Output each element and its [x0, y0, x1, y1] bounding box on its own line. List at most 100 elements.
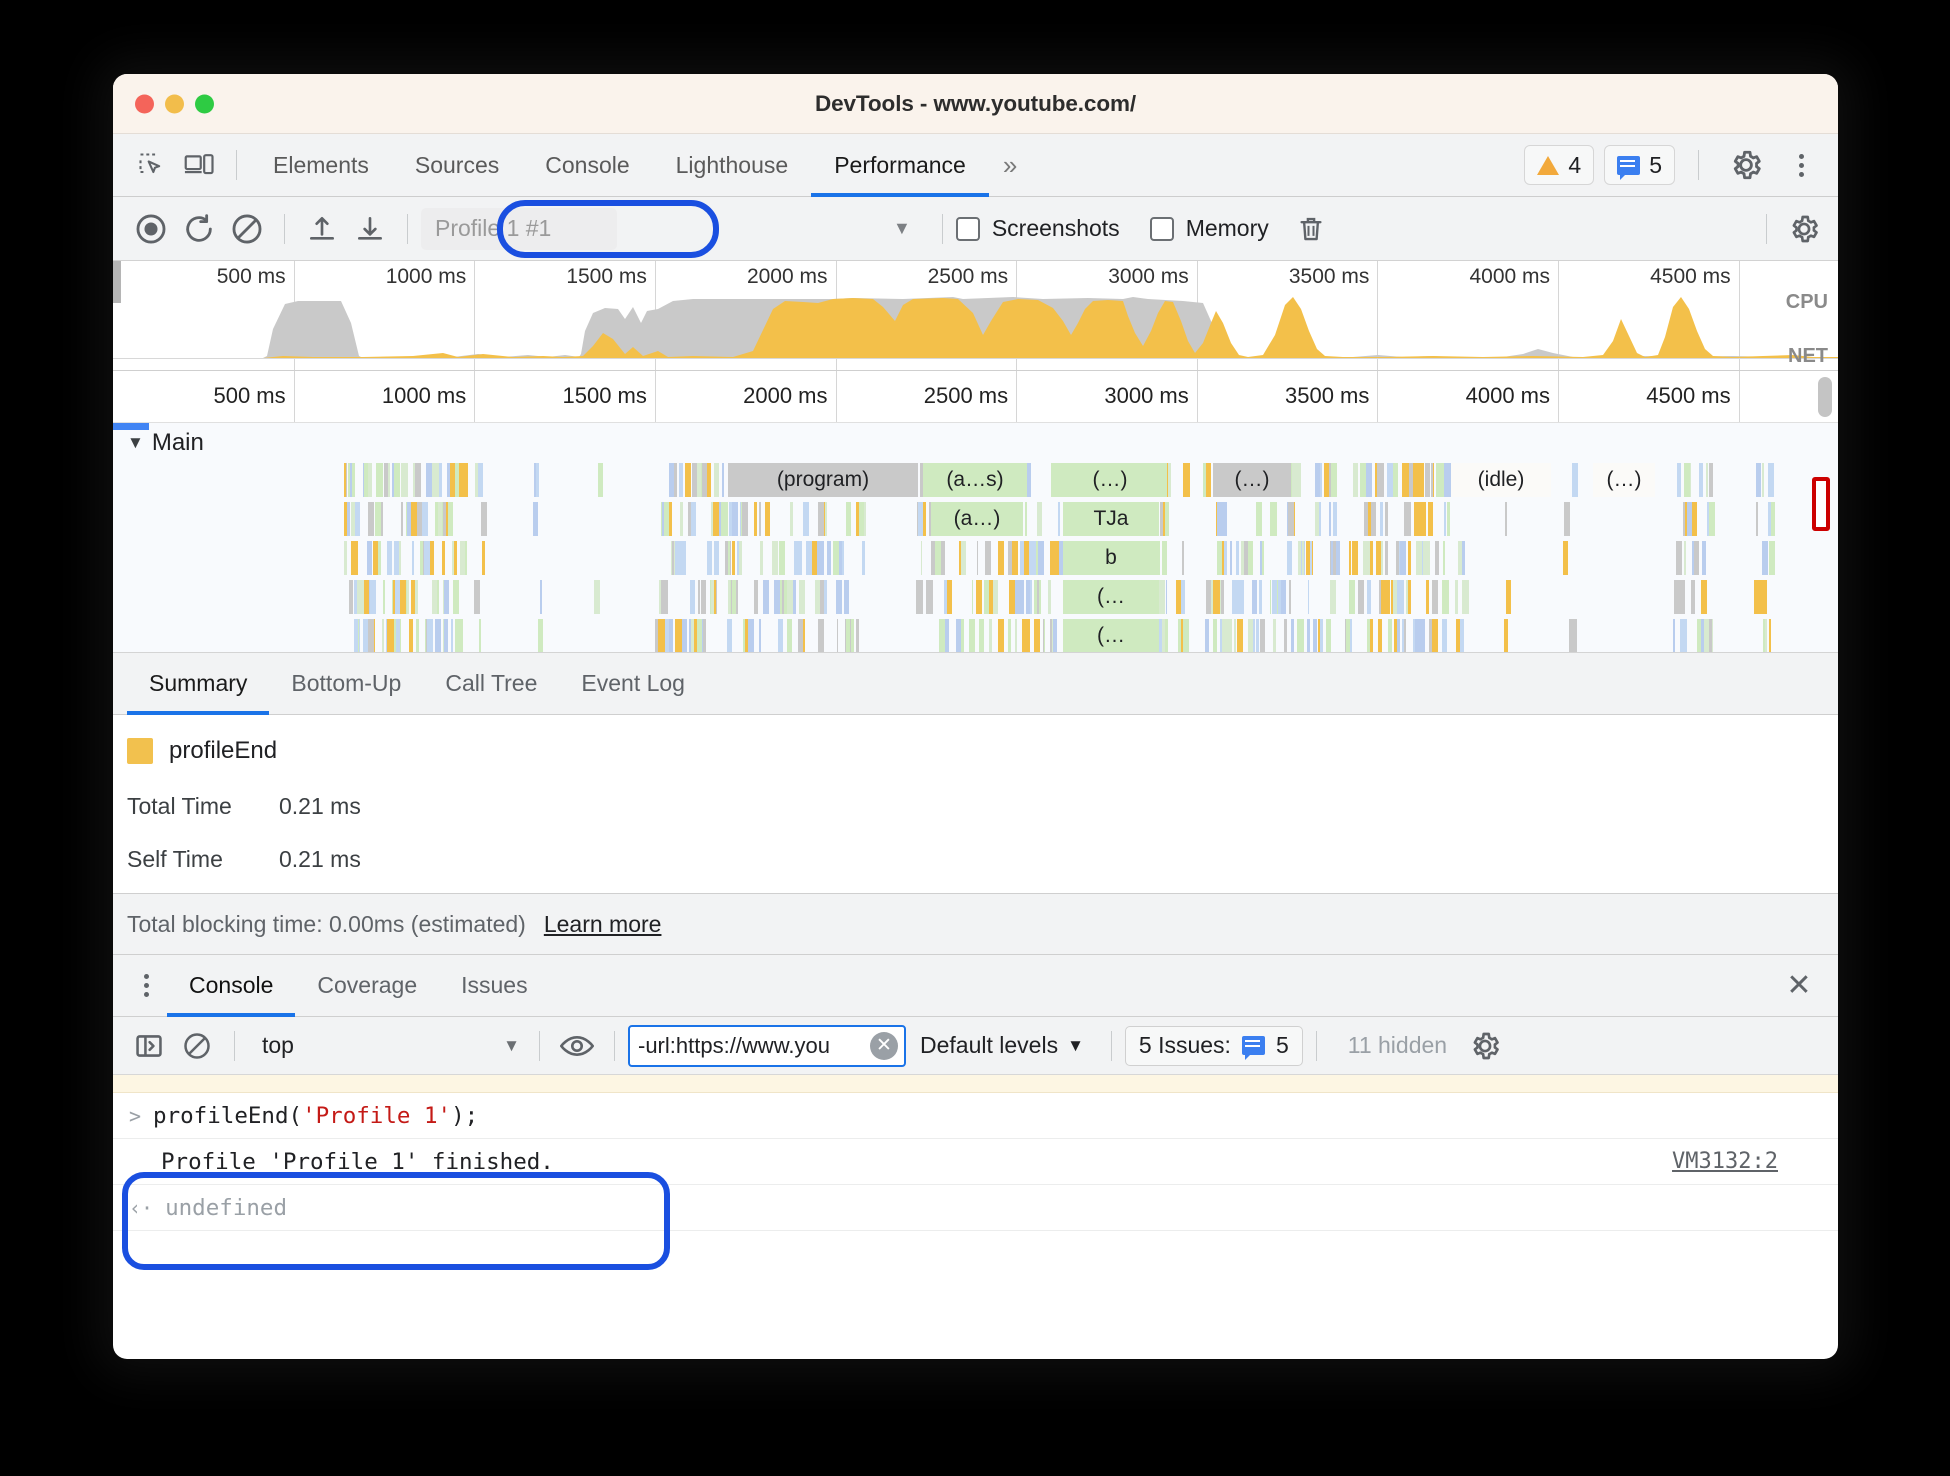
flame-chart-micro-bar[interactable] [416, 619, 419, 652]
flame-chart-micro-bar[interactable] [1430, 463, 1434, 497]
flame-chart-micro-bar[interactable] [1376, 463, 1384, 497]
flame-chart-micro-bar[interactable] [1349, 541, 1352, 575]
flame-chart-micro-bar[interactable] [1380, 502, 1384, 536]
tab-call-tree[interactable]: Call Tree [423, 653, 559, 715]
flame-chart-micro-bar[interactable] [1393, 463, 1398, 497]
flame-chart-micro-bar[interactable] [825, 502, 827, 536]
flame-chart-micro-bar[interactable] [1038, 541, 1043, 575]
live-expression-eye-icon[interactable] [553, 1022, 601, 1070]
flame-chart-micro-bar[interactable] [685, 463, 692, 497]
flame-chart-micro-bar[interactable] [1370, 502, 1376, 536]
flame-chart-micro-bar[interactable] [744, 619, 748, 652]
flame-chart-micro-bar[interactable] [1047, 580, 1052, 614]
flame-chart-micro-bar[interactable] [381, 619, 384, 652]
flame-chart-micro-bar[interactable] [1365, 463, 1373, 497]
flame-chart-micro-bar[interactable] [1315, 463, 1321, 497]
flame-chart-bar[interactable]: TJa [1063, 502, 1159, 536]
inspect-element-icon[interactable] [127, 141, 175, 189]
flame-chart-micro-bar[interactable] [759, 541, 763, 575]
flame-chart-micro-bar[interactable] [859, 502, 864, 536]
flame-chart-micro-bar[interactable] [1210, 580, 1214, 614]
flame-chart-micro-bar[interactable] [1213, 580, 1220, 614]
flame-chart-micro-bar[interactable] [449, 463, 455, 497]
close-icon[interactable]: ✕ [1772, 959, 1826, 1013]
flame-chart-micro-bar[interactable] [690, 580, 695, 614]
screenshots-checkbox[interactable]: Screenshots [955, 215, 1120, 242]
flame-chart-micro-bar[interactable] [435, 502, 439, 536]
flame-chart-micro-bar[interactable] [661, 580, 668, 614]
flame-chart-micro-bar[interactable] [1036, 580, 1039, 614]
console-settings-gear-icon[interactable] [1461, 1022, 1509, 1070]
flame-chart-micro-bar[interactable] [429, 541, 434, 575]
flame-chart-micro-bar[interactable] [454, 619, 459, 652]
flame-chart-micro-bar[interactable] [1399, 580, 1405, 614]
flame-chart-micro-bar[interactable] [349, 463, 353, 497]
flame-chart-micro-bar[interactable] [400, 463, 408, 497]
flame-chart-micro-bar[interactable] [1236, 619, 1243, 652]
flame-chart-micro-bar[interactable] [1297, 619, 1304, 652]
flame-chart-micro-bar[interactable] [786, 619, 792, 652]
flame-chart-micro-bar[interactable] [1762, 463, 1765, 497]
flame-chart-micro-bar[interactable] [758, 619, 761, 652]
flame-chart-micro-bar[interactable] [944, 619, 950, 652]
flame-chart-micro-bar[interactable] [759, 502, 761, 536]
flame-chart-micro-bar[interactable] [707, 541, 712, 575]
flame-chart-micro-bar[interactable] [790, 502, 793, 536]
flame-chart-micro-bar[interactable] [1387, 619, 1392, 652]
traffic-light-buttons[interactable] [135, 94, 214, 113]
flame-chart-micro-bar[interactable] [411, 541, 415, 575]
flame-chart-micro-bar[interactable] [362, 619, 368, 652]
timeline-overview[interactable]: 500 ms 1000 ms 1500 ms 2000 ms 2500 ms 3000 m… [113, 261, 1838, 371]
flame-chart-micro-bar[interactable] [1164, 502, 1170, 536]
flame-chart-micro-bar[interactable] [714, 541, 720, 575]
flame-chart-micro-bar[interactable] [1697, 619, 1702, 652]
flame-chart-micro-bar[interactable] [654, 619, 658, 652]
flame-chart-micro-bar[interactable] [460, 463, 468, 497]
flame-chart-micro-bar[interactable] [1420, 619, 1426, 652]
flame-chart-micro-bar[interactable] [1326, 619, 1331, 652]
flame-chart-micro-bar[interactable] [447, 502, 453, 536]
clear-icon[interactable] [223, 205, 271, 253]
flame-chart-bar[interactable]: b [1063, 541, 1159, 575]
flame-chart-micro-bar[interactable] [1159, 580, 1165, 614]
drawer-kebab-menu-icon[interactable] [125, 965, 167, 1007]
console-warning-row[interactable] [113, 1075, 1838, 1093]
flame-chart-micro-bar[interactable] [1384, 502, 1389, 536]
flame-chart-micro-bar[interactable] [411, 502, 418, 536]
flame-chart-micro-bar[interactable] [961, 619, 964, 652]
flame-chart-micro-bar[interactable] [593, 580, 601, 614]
flame-chart-micro-bar[interactable] [818, 502, 824, 536]
flame-chart-micro-bar[interactable] [1007, 619, 1011, 652]
flame-chart-micro-bar[interactable] [997, 619, 1005, 652]
device-toolbar-icon[interactable] [175, 141, 223, 189]
flame-chart-micro-bar[interactable] [432, 580, 437, 614]
flame-chart-micro-bar[interactable] [406, 502, 412, 536]
flame-chart-micro-bar[interactable] [802, 619, 805, 652]
flame-chart-micro-bar[interactable] [668, 619, 673, 652]
minimize-window-button[interactable] [165, 94, 184, 113]
flame-chart-micro-bar[interactable] [597, 463, 603, 497]
flame-chart-micro-bar[interactable] [1219, 619, 1223, 652]
flame-chart-micro-bar[interactable] [1418, 463, 1424, 497]
tab-elements[interactable]: Elements [250, 134, 392, 197]
flame-chart-micro-bar[interactable] [1273, 619, 1276, 652]
flame-chart-micro-bar[interactable] [1505, 502, 1508, 536]
flame-chart-micro-bar[interactable] [1686, 502, 1692, 536]
upload-profile-icon[interactable] [298, 205, 346, 253]
flame-chart-micro-bar[interactable] [1769, 619, 1772, 652]
flame-chart-micro-bar[interactable] [398, 541, 402, 575]
flame-chart-micro-bar[interactable] [1675, 541, 1683, 575]
flame-chart-micro-bar[interactable] [453, 580, 460, 614]
flame-chart-micro-bar[interactable] [671, 541, 675, 575]
flame-chart-micro-bar[interactable] [1288, 580, 1291, 614]
flame-chart-micro-bar[interactable] [1762, 541, 1768, 575]
profile-name-field[interactable]: Profile 1 #1 [421, 207, 617, 250]
flame-chart-micro-bar[interactable] [1025, 580, 1031, 614]
flame-chart-micro-bar[interactable] [1349, 580, 1355, 614]
flame-chart-micro-bar[interactable] [1162, 619, 1166, 652]
flame-chart-micro-bar[interactable] [920, 541, 923, 575]
flame-chart-micro-bar[interactable] [1753, 580, 1761, 614]
flame-chart-micro-bar[interactable] [409, 619, 413, 652]
flame-chart-micro-bar[interactable] [765, 502, 771, 536]
flame-chart-micro-bar[interactable] [1461, 541, 1466, 575]
